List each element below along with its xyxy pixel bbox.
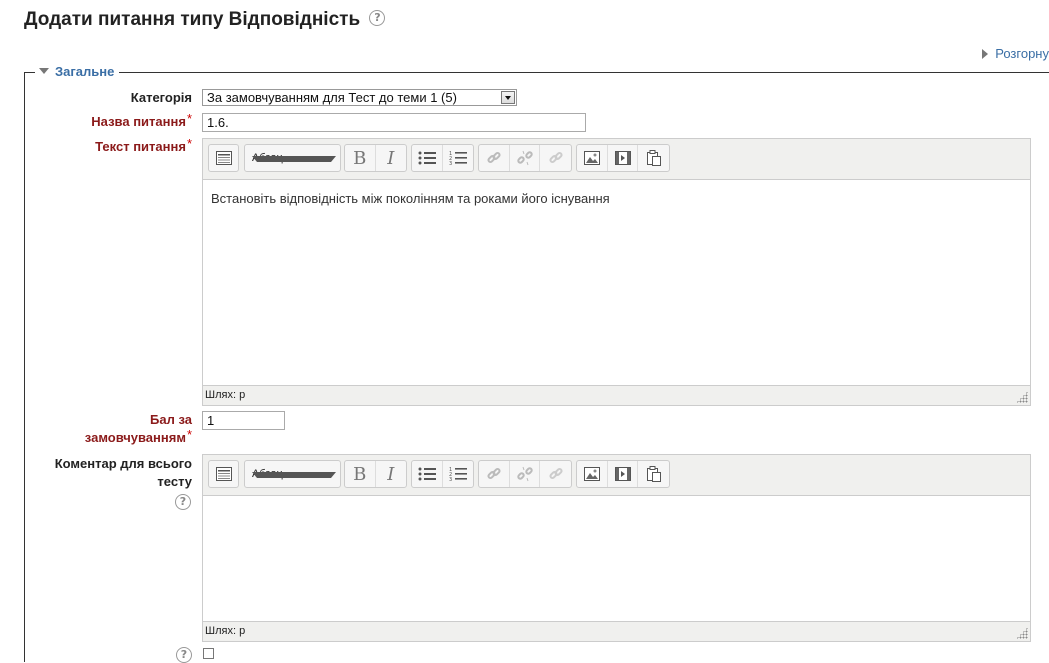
required-star-icon: *	[186, 427, 192, 442]
default-mark-label-line2: замовчуванням	[84, 430, 186, 445]
bulleted-list-icon[interactable]	[412, 145, 443, 171]
question-name-label: Назва питання*	[91, 111, 192, 131]
media-icon[interactable]	[608, 461, 639, 487]
question-name-input[interactable]: 1.6.	[202, 113, 586, 132]
format-select[interactable]: Абзац	[244, 144, 341, 172]
toggle-toolbar-icon[interactable]	[209, 145, 238, 171]
image-icon[interactable]	[577, 145, 608, 171]
page-title: Додати питання типу Відповідність ?	[24, 9, 386, 31]
checkbox[interactable]	[203, 648, 214, 659]
unlink-icon[interactable]	[510, 145, 541, 171]
fieldset-border-top	[24, 72, 1049, 73]
general-feedback-body[interactable]	[203, 496, 1030, 518]
fieldset-border-left	[24, 72, 25, 662]
chevron-down-icon	[252, 156, 336, 162]
category-label: Категорія	[131, 89, 192, 107]
question-text-body[interactable]: Встановіть відповідність між поколінням …	[203, 180, 1030, 217]
format-select[interactable]: Абзац	[244, 460, 341, 488]
resize-grip-icon[interactable]	[1016, 627, 1028, 639]
general-feedback-editor[interactable]: Абзац B I 123 Шлях: p	[202, 454, 1031, 642]
question-text-label-text: Текст питання	[95, 139, 186, 154]
numbered-list-icon[interactable]: 123	[443, 461, 473, 487]
resize-grip-icon[interactable]	[1016, 391, 1028, 403]
category-select[interactable]: За замовчуванням для Тест до теми 1 (5)	[202, 89, 517, 106]
chevron-down-icon	[501, 91, 515, 104]
svg-text:3: 3	[449, 477, 452, 482]
editor-path-bar: Шлях: p	[203, 385, 1030, 405]
help-icon[interactable]: ?	[176, 647, 192, 663]
expand-all-label: Розгорну	[995, 46, 1049, 61]
bulleted-list-icon[interactable]	[412, 461, 443, 487]
editor-toolbar: Абзац B I 123	[203, 455, 1030, 496]
anchor-icon[interactable]	[540, 461, 571, 487]
default-mark-input[interactable]: 1	[202, 411, 285, 430]
triangle-down-icon	[39, 68, 49, 74]
editor-toolbar: Абзац B I 123	[203, 139, 1030, 180]
paste-icon[interactable]	[638, 145, 669, 171]
anchor-icon[interactable]	[540, 145, 571, 171]
italic-icon[interactable]: I	[376, 145, 406, 171]
section-legend-general[interactable]: Загальне	[35, 64, 120, 79]
question-text-editor[interactable]: Абзац B I 123 Встановіть відповідність м…	[202, 138, 1031, 406]
help-icon[interactable]: ?	[175, 493, 191, 510]
default-mark-label: Бал за замовчуванням*	[85, 411, 192, 447]
triangle-right-icon	[982, 49, 989, 59]
paste-icon[interactable]	[638, 461, 669, 487]
editor-path-bar: Шлях: p	[203, 621, 1030, 641]
unlink-icon[interactable]	[510, 461, 541, 487]
link-icon[interactable]	[479, 461, 510, 487]
category-label-text: Категорія	[130, 90, 192, 105]
category-select-value: За замовчуванням для Тест до теми 1 (5)	[207, 90, 457, 105]
required-star-icon: *	[186, 136, 192, 151]
editor-path-text: Шлях: p	[205, 625, 246, 637]
chevron-down-icon	[252, 472, 336, 478]
general-feedback-label-line1: Коментар для всього	[54, 456, 192, 471]
required-star-icon: *	[186, 111, 192, 126]
question-text-label: Текст питання*	[95, 136, 192, 156]
page-title-text: Додати питання типу Відповідність	[24, 9, 361, 30]
editor-path-text: Шлях: p	[205, 389, 246, 401]
expand-all-link[interactable]: Розгорну	[982, 46, 1049, 61]
question-name-label-text: Назва питання	[91, 114, 186, 129]
default-mark-label-line1: Бал за	[150, 412, 192, 427]
bold-icon[interactable]: B	[345, 145, 376, 171]
image-icon[interactable]	[577, 461, 608, 487]
general-feedback-label: Коментар для всього тесту ?	[55, 455, 192, 510]
help-icon[interactable]: ?	[369, 9, 386, 26]
svg-text:3: 3	[449, 161, 452, 166]
numbered-list-icon[interactable]: 123	[443, 145, 473, 171]
link-icon[interactable]	[479, 145, 510, 171]
general-feedback-label-line2: тесту	[157, 474, 192, 489]
media-icon[interactable]	[608, 145, 639, 171]
section-legend-label: Загальне	[55, 64, 115, 79]
bold-icon[interactable]: B	[345, 461, 376, 487]
italic-icon[interactable]: I	[376, 461, 406, 487]
toggle-toolbar-icon[interactable]	[209, 461, 238, 487]
